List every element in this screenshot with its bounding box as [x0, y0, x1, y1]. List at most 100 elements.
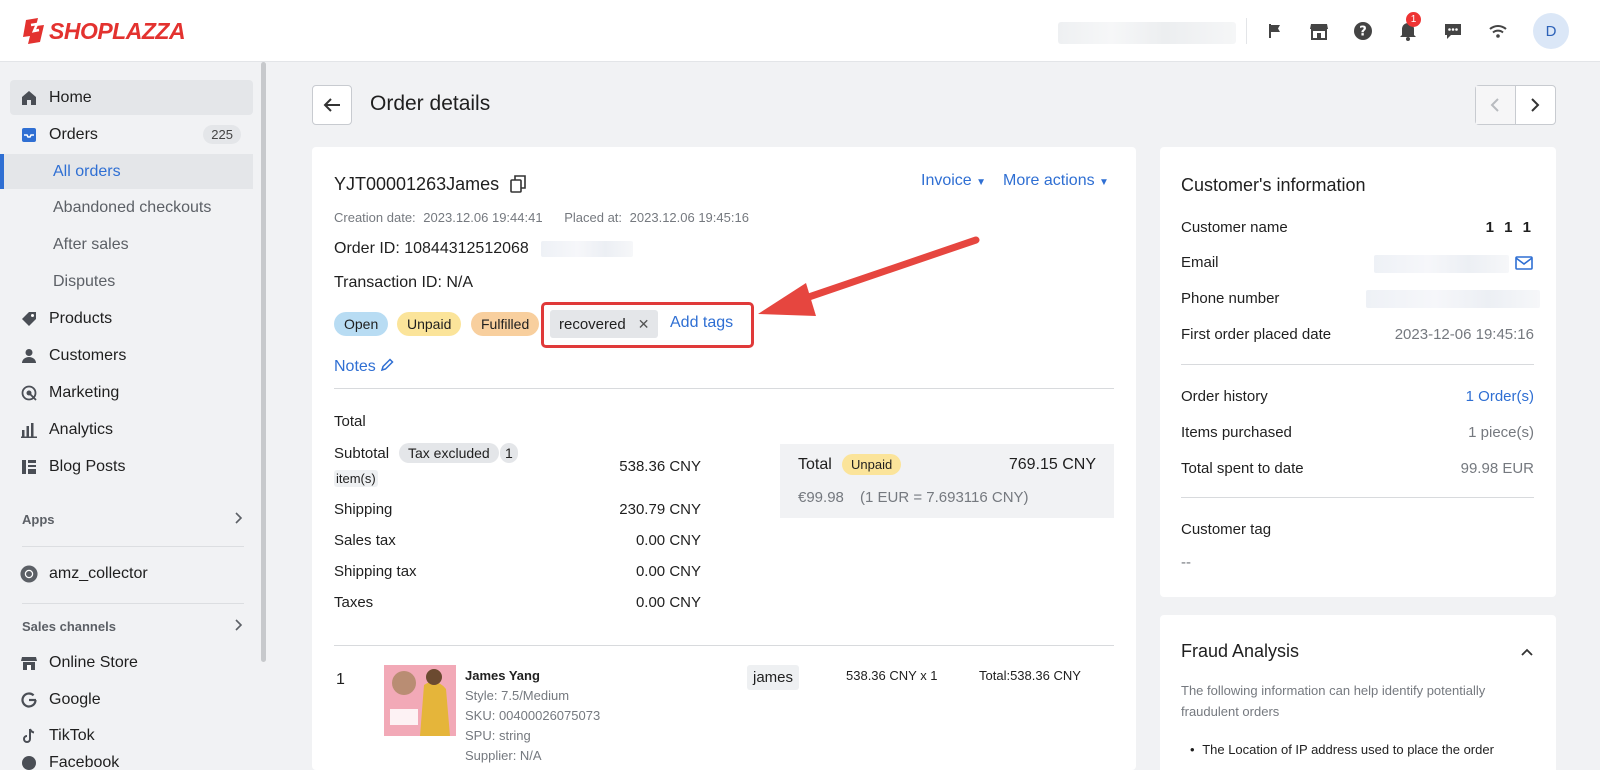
subtotal-value: 538.36 CNY — [619, 458, 701, 475]
sidebar-item-customers[interactable]: Customers — [10, 338, 253, 373]
product-spu: SPU: string — [465, 728, 531, 743]
subtotal-label: Subtotal — [334, 445, 390, 462]
notes-label: Notes — [334, 358, 376, 375]
sidebar-sub-all-orders[interactable]: All orders — [0, 154, 253, 189]
store-icon — [20, 654, 38, 672]
sidebar-scrollbar[interactable] — [261, 62, 266, 662]
tax-excluded-chip: Tax excluded — [399, 443, 499, 463]
product-supplier: Supplier: N/A — [465, 748, 542, 763]
chat-icon[interactable] — [1442, 20, 1464, 42]
status-badge-fulfilled: Fulfilled — [471, 312, 540, 336]
add-tags-link[interactable]: Add tags — [670, 314, 733, 332]
next-order-button[interactable] — [1516, 86, 1556, 124]
sidebar-channel-facebook[interactable]: Facebook — [10, 754, 253, 770]
previous-order-button[interactable] — [1476, 86, 1516, 124]
shoplazza-logo[interactable]: SHOPLAZZA — [22, 14, 186, 48]
top-divider — [1246, 18, 1247, 44]
order-history-label: Order history — [1181, 388, 1268, 405]
wifi-icon[interactable] — [1487, 20, 1509, 42]
sidebar-app-amz-collector[interactable]: amz_collector — [10, 556, 253, 591]
total-spent-value: 99.98 EUR — [1460, 460, 1534, 477]
sidebar-item-label: Home — [49, 88, 92, 106]
sidebar-item-label: Facebook — [49, 754, 120, 770]
mail-icon[interactable] — [1515, 256, 1533, 275]
svg-text:?: ? — [1359, 25, 1367, 40]
chevron-up-icon[interactable] — [1520, 644, 1534, 662]
chevron-right-icon — [234, 512, 244, 527]
sales-tax-label: Sales tax — [334, 532, 396, 549]
vendor-tag: james — [747, 665, 800, 690]
redacted-email — [1374, 255, 1509, 273]
items-count-chip: 1 — [500, 443, 518, 463]
page-title: Order details — [370, 92, 491, 115]
sales-tax-value: 0.00 CNY — [635, 532, 701, 549]
first-order-label: First order placed date — [1181, 326, 1332, 343]
placed-at-label: Placed at: — [564, 210, 623, 225]
section-divider — [1181, 497, 1534, 498]
line-item-index: 1 — [336, 671, 345, 688]
remove-tag-icon[interactable]: ✕ — [638, 316, 650, 333]
blog-icon — [20, 458, 38, 476]
sidebar-channel-online-store[interactable]: Online Store — [10, 645, 253, 680]
app-icon — [20, 564, 38, 583]
marketing-icon — [20, 384, 38, 402]
redacted-phone — [1366, 290, 1540, 308]
product-thumbnail[interactable] — [384, 665, 456, 736]
order-pager — [1475, 85, 1556, 125]
caret-down-icon: ▼ — [1099, 177, 1109, 188]
sidebar-sub-abandoned-checkouts[interactable]: Abandoned checkouts — [0, 190, 253, 225]
email-label: Email — [1181, 254, 1219, 271]
sidebar-item-label: Products — [49, 309, 113, 327]
items-purchased-value: 1 piece(s) — [1468, 424, 1534, 441]
status-badge-open: Open — [334, 312, 389, 336]
sidebar-sub-disputes[interactable]: Disputes — [0, 264, 253, 299]
notes-link[interactable]: Notes — [334, 358, 394, 376]
order-id: Order ID: 10844312512068 — [334, 240, 529, 257]
invoice-dropdown[interactable]: Invoice ▼ — [921, 172, 986, 190]
order-history-link[interactable]: 1 Order(s) — [1466, 388, 1534, 405]
top-bar: SHOPLAZZA ? 1 D — [0, 0, 1600, 62]
copy-icon[interactable] — [510, 175, 526, 198]
placed-at-value: 2023.12.06 19:45:16 — [629, 210, 749, 225]
creation-date-label: Creation date: — [334, 210, 416, 225]
sidebar-item-marketing[interactable]: Marketing — [10, 375, 253, 410]
product-name[interactable]: James Yang — [465, 668, 540, 683]
sidebar-item-orders[interactable]: Orders 225 — [10, 117, 253, 152]
sidebar-item-products[interactable]: Products — [10, 301, 253, 336]
bar-chart-icon — [20, 421, 38, 439]
sidebar-channel-tiktok[interactable]: TikTok — [10, 718, 253, 753]
help-icon[interactable]: ? — [1352, 20, 1374, 42]
back-button[interactable] — [312, 85, 352, 125]
logo-mark-icon — [23, 18, 44, 44]
phone-label: Phone number — [1181, 290, 1280, 307]
google-icon — [20, 691, 38, 709]
notification-badge: 1 — [1406, 12, 1421, 27]
creation-date-value: 2023.12.06 19:44:41 — [423, 210, 543, 225]
taxes-value: 0.00 CNY — [635, 594, 701, 611]
shipping-tax-label: Shipping tax — [334, 563, 417, 580]
tag-icon — [20, 310, 38, 328]
avatar[interactable]: D — [1533, 13, 1569, 49]
sidebar-item-home[interactable]: Home — [10, 80, 253, 115]
more-actions-dropdown[interactable]: More actions ▼ — [1003, 172, 1109, 190]
flag-icon[interactable] — [1264, 20, 1286, 42]
summary-exchange-rate: (1 EUR = 7.693116 CNY) — [860, 489, 1029, 506]
sidebar-item-blog-posts[interactable]: Blog Posts — [10, 449, 253, 484]
summary-total-value: 769.15 CNY — [1008, 456, 1096, 473]
brand-name: SHOPLAZZA — [49, 17, 186, 44]
sidebar-channel-google[interactable]: Google — [10, 682, 253, 717]
apps-section-header[interactable]: Apps — [22, 512, 244, 527]
sidebar-item-label: Blog Posts — [49, 457, 126, 475]
sidebar-item-label: Marketing — [49, 383, 120, 401]
summary-eur-amount: €99.98 — [798, 489, 844, 506]
sidebar-item-analytics[interactable]: Analytics — [10, 412, 253, 447]
store-selector[interactable] — [1058, 22, 1236, 44]
sales-channels-section-header[interactable]: Sales channels — [22, 619, 244, 634]
store-icon[interactable] — [1308, 20, 1330, 42]
customer-tag-value: -- — [1181, 554, 1191, 571]
sales-channels-title: Sales channels — [22, 619, 116, 634]
sidebar-sub-after-sales[interactable]: After sales — [0, 227, 253, 262]
person-icon — [20, 347, 38, 365]
product-style: Style: 7.5/Medium — [465, 688, 570, 703]
shipping-value: 230.79 CNY — [619, 501, 701, 518]
